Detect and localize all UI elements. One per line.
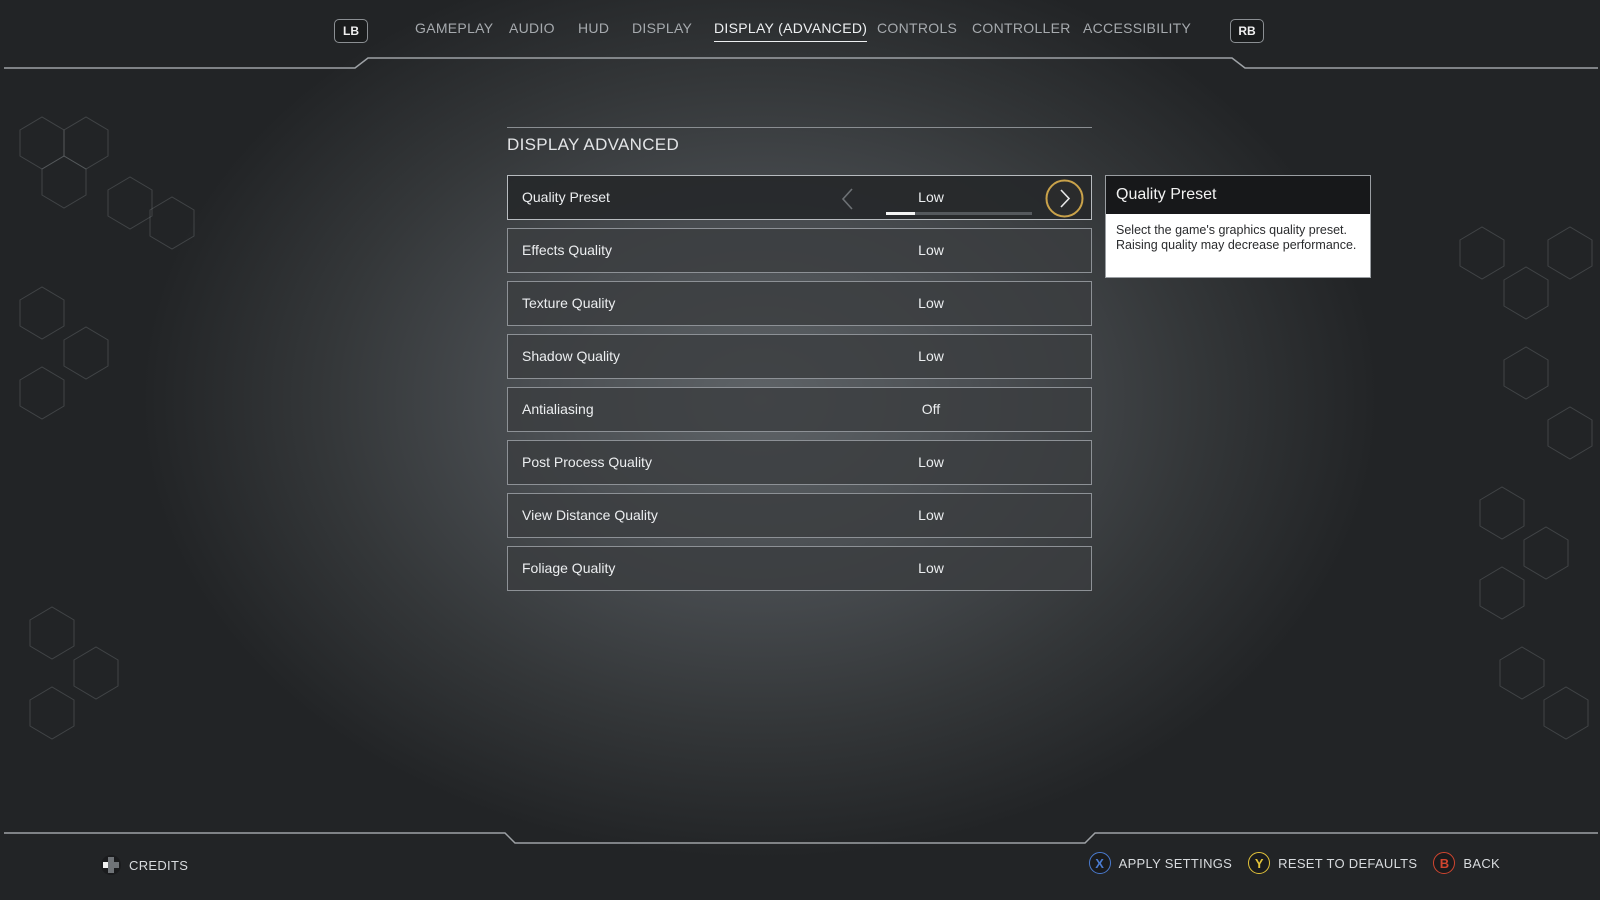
tab-audio[interactable]: AUDIO <box>509 20 555 41</box>
apply-settings-button[interactable]: X APPLY SETTINGS <box>1088 852 1233 874</box>
section-divider <box>507 127 1092 128</box>
setting-value: Low <box>918 560 944 576</box>
bottom-frame-line <box>4 832 1598 844</box>
description-text: Select the game's graphics quality prese… <box>1116 223 1357 252</box>
setting-description-panel: Quality Preset Select the game's graphic… <box>1105 175 1371 278</box>
action-label: APPLY SETTINGS <box>1118 855 1233 871</box>
credits-label: CREDITS <box>129 857 189 873</box>
setting-label: Effects Quality <box>522 242 613 258</box>
description-title: Quality Preset <box>1106 176 1370 214</box>
section-title: DISPLAY ADVANCED <box>507 135 680 154</box>
setting-label: Antialiasing <box>522 401 594 417</box>
tab-controls[interactable]: CONTROLS <box>877 20 957 41</box>
tab-hud[interactable]: HUD <box>578 20 609 41</box>
tab-list: GAMEPLAY AUDIO HUD DISPLAY DISPLAY (ADVA… <box>0 20 1600 46</box>
setting-label: Texture Quality <box>522 295 616 311</box>
setting-label: View Distance Quality <box>522 507 658 523</box>
b-button-icon: B <box>1433 852 1456 874</box>
dpad-icon <box>101 855 121 875</box>
tab-display[interactable]: DISPLAY <box>632 20 692 41</box>
settings-list: Quality Preset Low Effects Quality Low T… <box>507 175 1092 599</box>
preset-progress-fill <box>886 212 916 215</box>
tab-accessibility[interactable]: ACCESSIBILITY <box>1083 20 1191 41</box>
setting-label: Quality Preset <box>522 189 610 205</box>
action-label: BACK <box>1463 855 1500 871</box>
tab-gameplay[interactable]: GAMEPLAY <box>415 20 493 41</box>
setting-label: Shadow Quality <box>522 348 621 364</box>
top-navigation-bar: LB RB GAMEPLAY AUDIO HUD DISPLAY DISPLAY… <box>0 0 1600 70</box>
setting-row-effects-quality[interactable]: Effects Quality Low <box>507 228 1092 273</box>
setting-value: Low <box>918 189 944 205</box>
setting-value: Low <box>918 242 944 258</box>
setting-row-quality-preset[interactable]: Quality Preset Low <box>507 175 1092 220</box>
setting-value: Low <box>918 507 944 523</box>
footer-actions: X APPLY SETTINGS Y RESET TO DEFAULTS B B… <box>1073 852 1500 874</box>
setting-value: Low <box>918 348 944 364</box>
tab-controller[interactable]: CONTROLLER <box>972 20 1071 41</box>
setting-row-post-process-quality[interactable]: Post Process Quality Low <box>507 440 1092 485</box>
setting-label: Post Process Quality <box>522 454 652 470</box>
chevron-left-icon[interactable] <box>838 187 858 211</box>
y-button-icon: Y <box>1248 852 1271 874</box>
setting-row-texture-quality[interactable]: Texture Quality Low <box>507 281 1092 326</box>
setting-value: Low <box>918 454 944 470</box>
setting-label: Foliage Quality <box>522 560 616 576</box>
reset-to-defaults-button[interactable]: Y RESET TO DEFAULTS <box>1248 852 1417 874</box>
setting-row-antialiasing[interactable]: Antialiasing Off <box>507 387 1092 432</box>
setting-value: Low <box>918 295 944 311</box>
setting-row-shadow-quality[interactable]: Shadow Quality Low <box>507 334 1092 379</box>
x-button-icon: X <box>1088 852 1111 874</box>
setting-row-view-distance-quality[interactable]: View Distance Quality Low <box>507 493 1092 538</box>
setting-row-foliage-quality[interactable]: Foliage Quality Low <box>507 546 1092 591</box>
preset-progress-track <box>886 212 1032 215</box>
tab-display-advanced[interactable]: DISPLAY (ADVANCED) <box>714 20 868 42</box>
back-button[interactable]: B BACK <box>1433 852 1500 874</box>
credits-button[interactable]: CREDITS <box>100 854 188 876</box>
chevron-right-icon[interactable] <box>1045 179 1084 218</box>
setting-value: Off <box>921 401 941 417</box>
action-label: RESET TO DEFAULTS <box>1278 855 1418 871</box>
